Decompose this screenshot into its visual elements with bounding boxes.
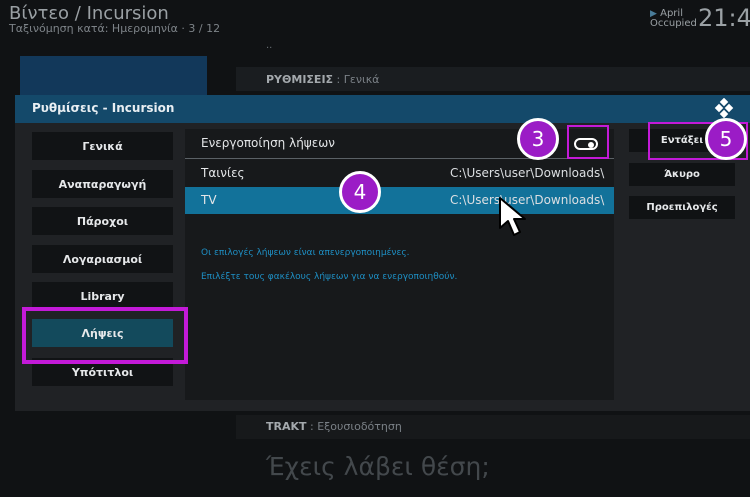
list-item-label: TRAKT : Εξουσιοδότηση [266, 420, 402, 433]
cancel-button[interactable]: Άκυρο [629, 163, 735, 186]
window-title: Βίντεο / Incursion [9, 3, 169, 24]
category-accounts[interactable]: Λογαριασμοί [32, 245, 173, 273]
highlight-toggle-box [567, 125, 609, 159]
movies-folder-path: C:\Users\user\Downloads\ [450, 166, 605, 180]
kodi-logo-icon [714, 98, 734, 118]
option-tv-folder[interactable]: TV [201, 193, 217, 207]
category-general[interactable]: Γενικά [32, 132, 173, 160]
step-marker-3: 3 [517, 118, 559, 160]
category-library[interactable]: Library [32, 282, 173, 310]
divider [185, 158, 614, 159]
info-text: Οι επιλογές λήψεων είναι απενεργοποιημέν… [201, 248, 410, 258]
list-item-label: ΡΥΘΜΙΣΕΙΣ : Γενικά [266, 73, 380, 86]
info-text: Επιλέξτε τους φακέλους λήψεων για να ενε… [201, 272, 458, 282]
option-movies-folder[interactable]: Ταινίες [201, 166, 245, 180]
option-enable-downloads[interactable]: Ενεργοποίηση λήψεων [201, 136, 335, 150]
sort-subtitle: Ταξινόμηση κατά: Ημερομηνία · 3 / 12 [9, 22, 221, 35]
step-marker-5: 5 [705, 118, 747, 160]
clock: 21:4 [698, 4, 750, 32]
mouse-pointer-icon [499, 197, 526, 236]
defaults-button[interactable]: Προεπιλογές [629, 196, 735, 219]
parent-folder-item[interactable]: .. [266, 40, 272, 51]
category-playback[interactable]: Αναπαραγωγή [32, 170, 173, 198]
category-providers[interactable]: Πάροχοι [32, 207, 173, 235]
plot-text: Έχεις λάβει θέση; [266, 452, 490, 481]
highlight-downloads-box [22, 307, 188, 364]
step-marker-4: 4 [339, 171, 381, 213]
date-display: ▶ April Occupied [650, 8, 697, 29]
dialog-title: Ρυθμίσεις - Incursion [32, 101, 175, 115]
